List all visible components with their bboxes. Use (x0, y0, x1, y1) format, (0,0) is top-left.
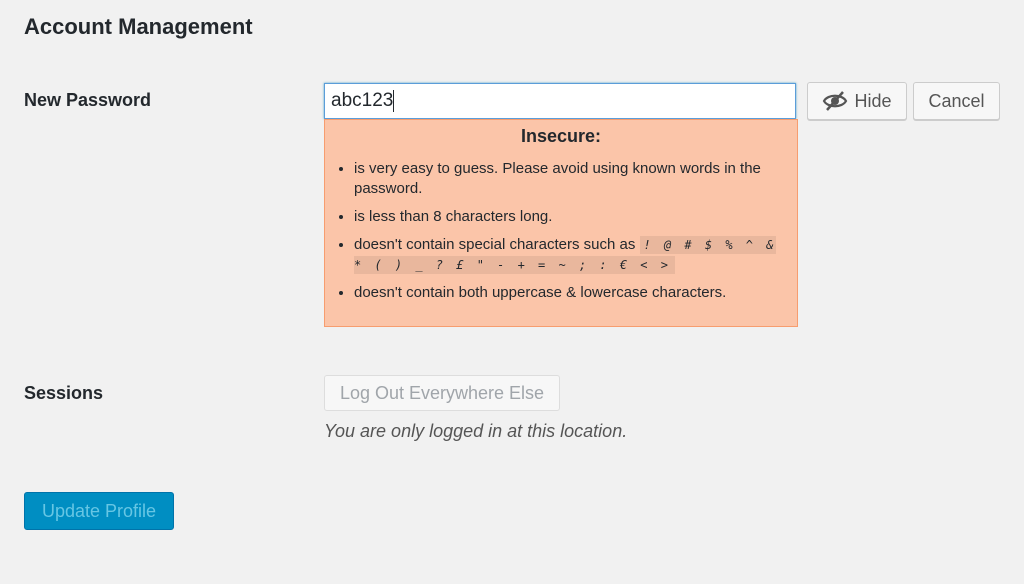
hide-label: Hide (854, 90, 892, 111)
section-title: Account Management (24, 14, 253, 39)
password-value: abc123 (331, 90, 394, 111)
password-input[interactable]: abc123 (324, 83, 796, 119)
text-cursor (393, 89, 395, 112)
eye-slash-icon (823, 91, 848, 111)
strength-hints: is very easy to guess. Please avoid usin… (325, 159, 797, 303)
log-out-everywhere-button[interactable]: Log Out Everywhere Else (324, 375, 560, 411)
hide-password-button[interactable]: Hide (807, 82, 907, 120)
cancel-button[interactable]: Cancel (913, 82, 1000, 120)
sessions-label: Sessions (24, 383, 104, 403)
hint-text: doesn't contain special characters such … (354, 236, 636, 253)
hint-item: is very easy to guess. Please avoid usin… (354, 159, 787, 199)
sessions-note: You are only logged in at this location. (324, 421, 628, 441)
hint-item: doesn't contain both uppercase & lowerca… (354, 283, 787, 303)
password-strength-meter: Insecure: is very easy to guess. Please … (324, 119, 798, 327)
new-password-label: New Password (24, 90, 152, 110)
hint-item: doesn't contain special characters such … (354, 235, 787, 275)
strength-title: Insecure: (520, 126, 602, 146)
update-profile-button[interactable]: Update Profile (24, 492, 174, 530)
hint-item: is less than 8 characters long. (354, 207, 787, 227)
